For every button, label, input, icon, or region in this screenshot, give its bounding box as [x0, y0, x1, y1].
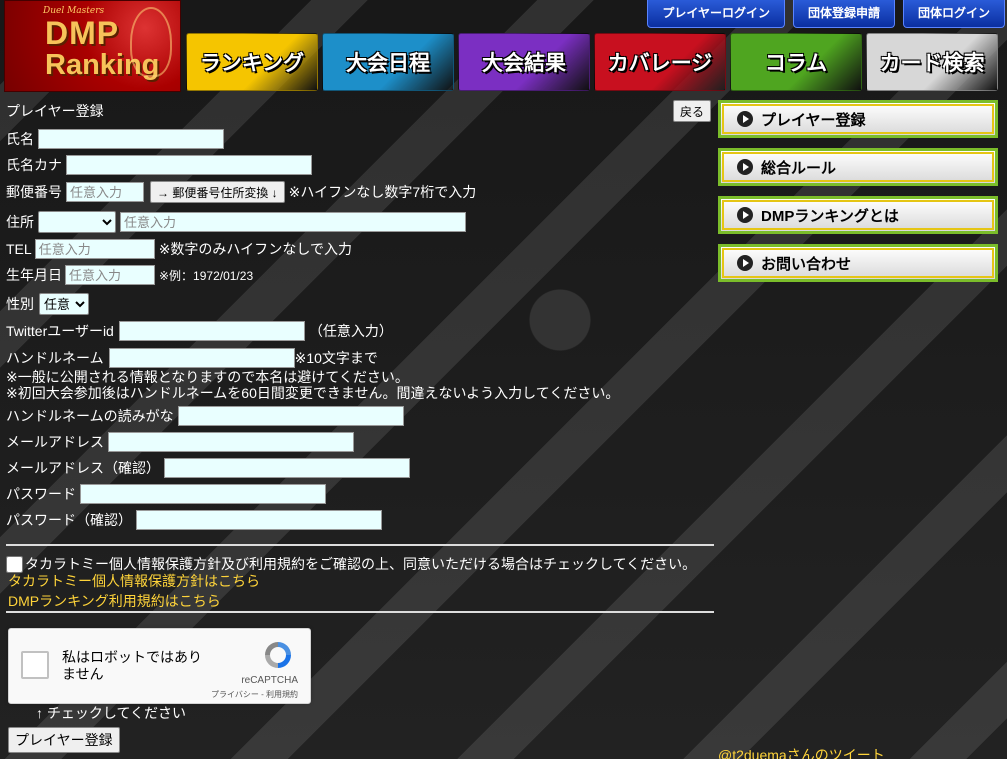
birth-note: ※例：1972/01/23 — [159, 268, 254, 283]
postal-convert-button[interactable]: → 郵便番号住所変換 ↓ — [150, 181, 285, 203]
prefecture-select[interactable] — [38, 211, 116, 233]
sidebar-item-contact[interactable]: お問い合わせ — [718, 244, 998, 282]
handle-input[interactable] — [108, 348, 295, 368]
play-circle-icon — [737, 207, 753, 223]
birthdate-input[interactable] — [65, 265, 155, 285]
page-title: プレイヤー登録 — [6, 103, 104, 119]
captcha-hint: ↑ チェックしてください — [36, 705, 187, 721]
address-label: 住所 — [6, 214, 34, 230]
sidebar-item-player-registration[interactable]: プレイヤー登録 — [718, 100, 998, 138]
divider — [6, 544, 714, 546]
back-button[interactable]: 戻る — [673, 100, 712, 122]
group-registration-link[interactable]: 団体登録申請 — [792, 0, 895, 28]
password-input[interactable] — [80, 484, 326, 504]
birth-label: 生年月日 — [6, 267, 62, 283]
nav-tab-schedule[interactable]: 大会日程 — [322, 33, 454, 91]
group-login-link[interactable]: 団体ログイン — [902, 0, 1005, 28]
name-label: 氏名 — [6, 131, 34, 147]
address-input[interactable] — [120, 212, 466, 232]
email-confirm-label: メールアドレス（確認） — [6, 460, 160, 476]
play-circle-icon — [737, 255, 753, 271]
play-circle-icon — [737, 159, 753, 175]
nav-tab-ranking[interactable]: ランキング — [186, 33, 318, 91]
top-links: プレイヤーログイン 団体登録申請 団体ログイン — [647, 0, 1005, 28]
name-input[interactable] — [38, 129, 224, 149]
sidebar-item-general-rules[interactable]: 総合ルール — [718, 148, 998, 186]
main-nav: ランキング 大会日程 大会結果 カバレージ コラム カード検索 — [186, 33, 998, 91]
dmp-ranking-logo[interactable]: Duel Masters DMP Ranking — [4, 0, 181, 92]
recaptcha-terms: プライバシー - 利用規約 — [211, 690, 298, 699]
divider — [6, 611, 714, 613]
player-register-submit-button[interactable]: プレイヤー登録 — [8, 727, 120, 753]
email-confirm-input[interactable] — [164, 458, 410, 478]
dragon-crest-icon — [130, 7, 172, 77]
password-confirm-label: パスワード（確認） — [6, 512, 132, 528]
gender-select[interactable]: 任意 — [39, 293, 89, 315]
handle-note: ※10文字まで — [294, 350, 378, 366]
handle-reading-input[interactable] — [177, 406, 404, 426]
play-circle-icon — [737, 111, 753, 127]
sidebar: プレイヤー登録 総合ルール DMPランキングとは お問い合わせ — [718, 100, 998, 292]
tel-input[interactable] — [34, 239, 155, 259]
nav-tab-column[interactable]: コラム — [730, 33, 862, 91]
recaptcha-logo-icon — [265, 642, 291, 668]
sidebar-item-label: お問い合わせ — [761, 255, 852, 273]
kana-label: 氏名カナ — [6, 157, 62, 173]
kana-input[interactable] — [66, 155, 312, 175]
twitter-label: Twitterユーザーid — [6, 323, 114, 339]
sidebar-item-about-dmp-ranking[interactable]: DMPランキングとは — [718, 196, 998, 234]
privacy-policy-link[interactable]: タカラトミー個人情報保護方針はこちら — [8, 571, 260, 591]
password-label: パスワード — [6, 486, 76, 502]
nav-tab-card-search[interactable]: カード検索 — [866, 33, 998, 91]
recaptcha-text: 私はロボットではありません — [62, 649, 202, 682]
sidebar-item-label: 総合ルール — [761, 159, 837, 177]
gender-label: 性別 — [6, 296, 34, 312]
recaptcha-checkbox[interactable] — [21, 651, 49, 679]
logo-main-text: DMP — [45, 15, 120, 51]
header: Duel Masters DMP Ranking プレイヤーログイン 団体登録申… — [0, 0, 1007, 96]
recaptcha-brand: reCAPTCHA — [241, 675, 298, 686]
agree-checkbox[interactable] — [6, 555, 23, 573]
handle-warning-change: ※初回大会参加後はハンドルネームを60日間変更できません。間違えないよう入力して… — [6, 385, 620, 401]
sidebar-item-label: DMPランキングとは — [761, 207, 899, 225]
terms-link[interactable]: DMPランキング利用規約はこちら — [8, 591, 260, 611]
email-label: メールアドレス — [6, 434, 104, 450]
password-confirm-input[interactable] — [136, 510, 382, 530]
nav-tab-results[interactable]: 大会結果 — [458, 33, 590, 91]
handle-reading-label: ハンドルネームの読みがな — [6, 408, 174, 424]
nav-tab-coverage[interactable]: カバレージ — [594, 33, 726, 91]
sidebar-item-label: プレイヤー登録 — [761, 111, 866, 129]
handle-label: ハンドルネーム — [6, 350, 104, 366]
postal-label: 郵便番号 — [6, 184, 62, 200]
postal-note: ※ハイフンなし数字7桁で入力 — [288, 184, 477, 200]
tel-note: ※数字のみハイフンなしで入力 — [158, 241, 352, 257]
recaptcha-widget: 私はロボットではありません reCAPTCHA プライバシー - 利用規約 — [8, 628, 311, 704]
twitter-timeline-link[interactable]: @t2duemaさんのツイート — [718, 745, 885, 759]
player-login-link[interactable]: プレイヤーログイン — [647, 0, 785, 28]
postal-input[interactable] — [66, 182, 144, 202]
tel-label: TEL — [6, 241, 32, 257]
email-input[interactable] — [108, 432, 354, 452]
twitter-input[interactable] — [118, 321, 305, 341]
twitter-note: （任意入力） — [308, 323, 393, 339]
